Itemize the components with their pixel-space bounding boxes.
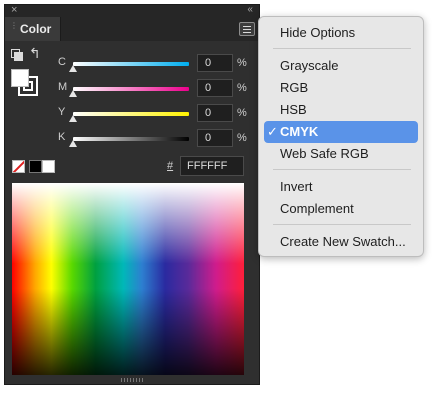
menu-item-label: HSB: [280, 102, 307, 117]
menu-item-complement[interactable]: Complement: [264, 198, 418, 220]
menu-item-label: Web Safe RGB: [280, 146, 369, 161]
slider-thumb[interactable]: [69, 90, 77, 97]
channel-value-input[interactable]: 0: [197, 79, 233, 97]
slider-thumb[interactable]: [69, 65, 77, 72]
menu-item-label: Complement: [280, 201, 354, 216]
channel-c-row: C 0%: [5, 54, 261, 76]
menu-item-label: Grayscale: [280, 58, 339, 73]
percent-unit: %: [237, 132, 247, 144]
percent-unit: %: [237, 57, 247, 69]
channel-label: M: [58, 81, 68, 93]
channel-label: C: [58, 56, 66, 68]
resize-grip-icon[interactable]: [121, 378, 143, 382]
black-swatch[interactable]: [29, 160, 42, 173]
menu-separator: [273, 169, 411, 170]
color-spectrum[interactable]: [12, 183, 244, 375]
channel-slider[interactable]: [73, 62, 189, 66]
fill-indicator[interactable]: [11, 69, 29, 87]
close-icon[interactable]: ×: [11, 4, 17, 16]
tab-title: Color: [20, 22, 52, 36]
panel-flyout-menu: Hide Options Grayscale RGB HSB ✓ CMYK Web Safe…: [258, 16, 424, 257]
panel-tab-row: ⋮ Color: [5, 17, 259, 41]
slider-thumb[interactable]: [69, 115, 77, 122]
panel-menu-button[interactable]: [239, 22, 255, 36]
channel-value-input[interactable]: 0: [197, 54, 233, 72]
slider-thumb[interactable]: [69, 140, 77, 147]
menu-item-label: RGB: [280, 80, 309, 95]
channel-label: K: [58, 131, 66, 143]
menu-item-grayscale[interactable]: Grayscale: [264, 55, 418, 77]
menu-item-label: CMYK: [280, 124, 319, 139]
menu-item-web-safe-rgb[interactable]: Web Safe RGB: [264, 143, 418, 165]
menu-item-rgb[interactable]: RGB: [264, 77, 418, 99]
menu-item-hide-options[interactable]: Hide Options: [264, 22, 418, 44]
channel-value-input[interactable]: 0: [197, 104, 233, 122]
menu-item-cmyk[interactable]: ✓ CMYK: [264, 121, 418, 143]
hex-label: #: [167, 160, 174, 172]
menu-item-label: Create New Swatch...: [280, 234, 406, 249]
menu-separator: [273, 224, 411, 225]
channel-m-row: M 0%: [5, 79, 261, 101]
percent-unit: %: [237, 82, 247, 94]
hex-input[interactable]: FFFFFF: [180, 156, 244, 176]
menu-item-label: Invert: [280, 179, 313, 194]
menu-item-label: Hide Options: [280, 25, 356, 40]
menu-item-create-new-swatch[interactable]: Create New Swatch...: [264, 231, 418, 253]
grip-icon[interactable]: ⋮: [10, 22, 18, 30]
menu-item-hsb[interactable]: HSB: [264, 99, 418, 121]
collapse-icon[interactable]: ‹‹: [247, 4, 253, 16]
panel-title-bar: × ‹‹: [5, 4, 259, 17]
percent-unit: %: [237, 107, 247, 119]
channel-y-row: Y 0%: [5, 104, 261, 126]
channel-slider[interactable]: [73, 87, 189, 91]
hamburger-icon: [243, 26, 251, 27]
channel-value-input[interactable]: 0: [197, 129, 233, 147]
color-panel: × ‹‹ ⋮ Color ↰ C 0% M 0% Y 0% K 0% # FFFFFF: [4, 4, 260, 385]
channel-label: Y: [58, 106, 66, 118]
tab-color[interactable]: ⋮ Color: [5, 17, 61, 41]
white-swatch[interactable]: [42, 160, 55, 173]
menu-item-invert[interactable]: Invert: [264, 176, 418, 198]
channel-slider[interactable]: [73, 112, 189, 116]
channel-k-row: K 0%: [5, 129, 261, 151]
channel-slider[interactable]: [73, 137, 189, 141]
none-swatch[interactable]: [12, 160, 25, 173]
checkmark-icon: ✓: [267, 124, 278, 139]
menu-separator: [273, 48, 411, 49]
